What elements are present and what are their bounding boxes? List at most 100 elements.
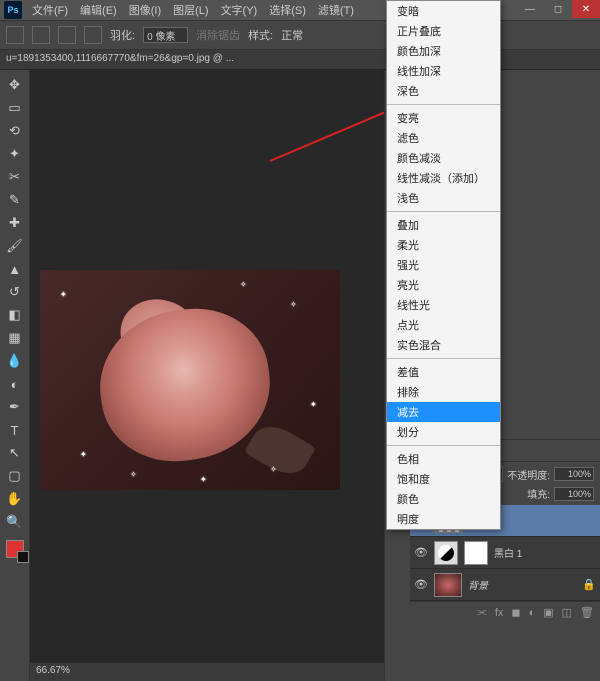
eyedropper-tool[interactable]: ✎ xyxy=(4,189,26,211)
options-bar: 羽化: 消除锯齿 样式: 正常 高度: xyxy=(0,20,600,50)
dodge-tool[interactable]: ◐ xyxy=(4,373,26,395)
crop-tool[interactable]: ✂ xyxy=(4,166,26,188)
mask-thumbnail[interactable] xyxy=(464,541,488,565)
wand-tool[interactable]: ✦ xyxy=(4,143,26,165)
layer-name[interactable]: 背景 xyxy=(468,577,488,592)
adjustment-icon[interactable]: ◐ xyxy=(529,607,536,619)
adjustment-thumbnail[interactable] xyxy=(434,541,458,565)
fx-icon[interactable]: fx xyxy=(495,607,504,619)
blend-mode-item[interactable]: 线性加深 xyxy=(387,61,500,81)
eraser-tool[interactable]: ◧ xyxy=(4,304,26,326)
blend-mode-item[interactable]: 正片叠底 xyxy=(387,21,500,41)
document-image: ✦ ✧ ✦ ✧ ✦ ✧ ✦ ✧ xyxy=(40,270,340,490)
layer-row[interactable]: 👁 背景 🔒 xyxy=(410,569,600,601)
gradient-tool[interactable]: ▦ xyxy=(4,327,26,349)
blend-mode-item[interactable]: 浅色 xyxy=(387,188,500,208)
history-brush-tool[interactable]: ↺ xyxy=(4,281,26,303)
blend-mode-item[interactable]: 叠加 xyxy=(387,215,500,235)
blend-mode-item[interactable]: 线性减淡（添加） xyxy=(387,168,500,188)
blur-tool[interactable]: 💧 xyxy=(4,350,26,372)
menu-filter[interactable]: 滤镜(T) xyxy=(312,2,360,18)
marquee-mode-icon-3[interactable] xyxy=(84,26,102,44)
lasso-tool[interactable]: ⟲ xyxy=(4,120,26,142)
menu-image[interactable]: 图像(I) xyxy=(123,2,167,18)
stamp-tool[interactable]: ▲ xyxy=(4,258,26,280)
tool-preset-icon[interactable] xyxy=(6,26,24,44)
layer-thumbnail[interactable] xyxy=(434,573,462,597)
blend-mode-item[interactable]: 滤色 xyxy=(387,128,500,148)
group-icon[interactable]: ▣ xyxy=(543,606,553,619)
blend-mode-item[interactable]: 实色混合 xyxy=(387,335,500,355)
blend-mode-item[interactable]: 明度 xyxy=(387,509,500,529)
menubar: Ps 文件(F) 编辑(E) 图像(I) 图层(L) 文字(Y) 选择(S) 滤… xyxy=(0,0,600,20)
blend-mode-item[interactable]: 点光 xyxy=(387,315,500,335)
marquee-mode-icon[interactable] xyxy=(32,26,50,44)
blend-mode-item[interactable]: 减去 xyxy=(387,402,500,422)
marquee-mode-icon-2[interactable] xyxy=(58,26,76,44)
style-value[interactable]: 正常 xyxy=(281,27,303,43)
layer-name[interactable]: 黑白 1 xyxy=(494,545,522,560)
layers-footer: ⫘ fx ◼ ◐ ▣ ◫ 🗑 xyxy=(410,601,600,623)
foreground-color[interactable] xyxy=(6,540,24,558)
feather-label: 羽化: xyxy=(110,27,135,43)
menu-select[interactable]: 选择(S) xyxy=(263,2,312,18)
blend-mode-item[interactable]: 颜色减淡 xyxy=(387,148,500,168)
opacity-label: 不透明度: xyxy=(507,467,550,482)
blend-mode-item[interactable]: 亮光 xyxy=(387,275,500,295)
background-color[interactable] xyxy=(17,551,29,563)
window-controls: — ◻ ✕ xyxy=(516,0,600,18)
menu-file[interactable]: 文件(F) xyxy=(26,2,74,18)
blend-mode-item[interactable]: 线性光 xyxy=(387,295,500,315)
type-tool[interactable]: T xyxy=(4,419,26,441)
pen-tool[interactable]: ✒ xyxy=(4,396,26,418)
link-layers-icon[interactable]: ⫘ xyxy=(477,606,487,619)
minimize-button[interactable]: — xyxy=(516,0,544,18)
fill-input[interactable] xyxy=(554,487,594,501)
opacity-input[interactable] xyxy=(554,467,594,481)
blend-mode-item[interactable]: 深色 xyxy=(387,81,500,101)
heal-tool[interactable]: ✚ xyxy=(4,212,26,234)
delete-icon[interactable]: 🗑 xyxy=(580,606,594,619)
toolbox: ✥ ▭ ⟲ ✦ ✂ ✎ ✚ 🖌 ▲ ↺ ◧ ▦ 💧 ◐ ✒ T ↖ ▢ ✋ 🔍 xyxy=(0,70,30,681)
close-button[interactable]: ✕ xyxy=(572,0,600,18)
move-tool[interactable]: ✥ xyxy=(4,74,26,96)
style-label: 样式: xyxy=(248,27,273,43)
blend-mode-item[interactable]: 饱和度 xyxy=(387,469,500,489)
app-logo: Ps xyxy=(4,1,22,19)
zoom-tool[interactable]: 🔍 xyxy=(4,511,26,533)
canvas[interactable]: ✦ ✧ ✦ ✧ ✦ ✧ ✦ ✧ 66.67% xyxy=(30,70,384,681)
menu-separator xyxy=(387,211,500,212)
blend-mode-item[interactable]: 变暗 xyxy=(387,1,500,21)
menu-edit[interactable]: 编辑(E) xyxy=(74,2,123,18)
blend-mode-item[interactable]: 颜色 xyxy=(387,489,500,509)
blend-mode-item[interactable]: 颜色加深 xyxy=(387,41,500,61)
blend-mode-item[interactable]: 柔光 xyxy=(387,235,500,255)
fill-label: 填充: xyxy=(527,486,550,501)
blend-mode-item[interactable]: 强光 xyxy=(387,255,500,275)
document-tab[interactable]: u=1891353400,1116667770&fm=26&gp=0.jpg @… xyxy=(0,50,600,70)
path-tool[interactable]: ↖ xyxy=(4,442,26,464)
blend-mode-item[interactable]: 划分 xyxy=(387,422,500,442)
shape-tool[interactable]: ▢ xyxy=(4,465,26,487)
menu-layer[interactable]: 图层(L) xyxy=(167,2,214,18)
blend-mode-item[interactable]: 变亮 xyxy=(387,108,500,128)
maximize-button[interactable]: ◻ xyxy=(544,0,572,18)
layer-row[interactable]: 👁 黑白 1 xyxy=(410,537,600,569)
mask-icon[interactable]: ◼ xyxy=(511,606,520,619)
feather-input[interactable] xyxy=(143,27,188,43)
visibility-icon[interactable]: 👁 xyxy=(414,578,428,591)
menu-type[interactable]: 文字(Y) xyxy=(215,2,264,18)
menu-separator xyxy=(387,104,500,105)
menu-separator xyxy=(387,358,500,359)
blend-mode-item[interactable]: 差值 xyxy=(387,362,500,382)
menu-separator xyxy=(387,445,500,446)
brush-tool[interactable]: 🖌 xyxy=(4,235,26,257)
blend-mode-item[interactable]: 排除 xyxy=(387,382,500,402)
blend-mode-item[interactable]: 色相 xyxy=(387,449,500,469)
antialias-label: 消除锯齿 xyxy=(196,27,240,43)
marquee-tool[interactable]: ▭ xyxy=(4,97,26,119)
blend-mode-menu: 变暗正片叠底颜色加深线性加深深色变亮滤色颜色减淡线性减淡（添加）浅色叠加柔光强光… xyxy=(386,0,501,530)
hand-tool[interactable]: ✋ xyxy=(4,488,26,510)
new-layer-icon[interactable]: ◫ xyxy=(562,606,572,619)
visibility-icon[interactable]: 👁 xyxy=(414,546,428,559)
